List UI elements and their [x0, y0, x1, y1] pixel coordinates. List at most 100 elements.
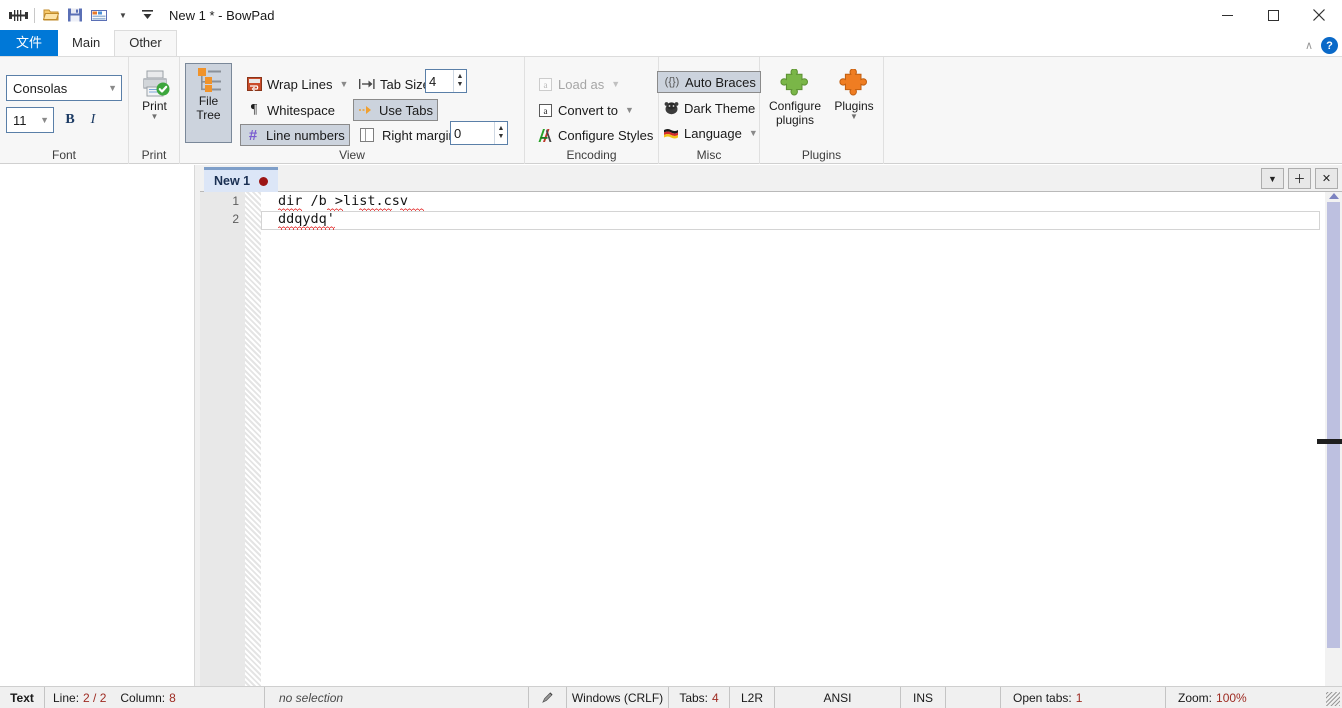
auto-braces-button[interactable]: ({}) Auto Braces	[657, 71, 761, 93]
save-icon[interactable]	[63, 3, 87, 27]
spin-up-icon[interactable]: ▲	[457, 73, 464, 81]
chevron-down-icon: ▼	[748, 128, 758, 138]
tabs-dropdown-caret-icon[interactable]: ▼	[111, 3, 135, 27]
ribbon-right-controls: ∧ ?	[1305, 37, 1338, 54]
scroll-up-icon[interactable]	[1329, 193, 1339, 199]
status-eol[interactable]: Windows (CRLF)	[567, 687, 669, 708]
collapse-ribbon-icon[interactable]: ∧	[1305, 39, 1313, 52]
text-editor[interactable]: 1 2 dir /b >list.csv ddqydq'	[200, 192, 1342, 686]
document-tab-label: New 1	[214, 174, 251, 188]
file-tree-button[interactable]: File Tree	[185, 63, 232, 143]
file-tree-label-line1: File	[198, 94, 219, 108]
status-line-label: Line:	[53, 690, 80, 705]
spin-down-icon[interactable]: ▼	[457, 81, 464, 89]
styles-letter-a-icon	[537, 127, 553, 143]
ribbon-tab-other[interactable]: Other	[114, 30, 177, 56]
status-open-tabs-label: Open tabs:	[1013, 690, 1072, 705]
document-tab-new-1[interactable]: New 1	[204, 167, 279, 192]
status-insert-mode[interactable]: INS	[901, 687, 946, 708]
printer-icon	[139, 69, 171, 99]
status-open-tabs[interactable]: Open tabs: 1	[1001, 687, 1166, 708]
line-numbers-button[interactable]: # Line numbers	[240, 124, 350, 146]
load-as-button[interactable]: a Load as ▼	[533, 73, 624, 95]
file-tree-panel[interactable]	[0, 165, 195, 686]
italic-button[interactable]: I	[82, 109, 104, 131]
dark-theme-button[interactable]: Dark Theme	[659, 97, 759, 119]
status-direction[interactable]: L2R	[730, 687, 775, 708]
group-label-encoding: Encoding	[566, 148, 617, 162]
dark-theme-label: Dark Theme	[684, 100, 756, 116]
close-tab-button[interactable]: ✕	[1315, 168, 1338, 189]
line-numbers-label: Line numbers	[266, 127, 345, 143]
status-line-value: 2 / 2	[83, 690, 107, 705]
new-tab-button[interactable]: ＋	[1288, 168, 1311, 189]
configure-styles-button[interactable]: Configure Styles	[533, 124, 657, 146]
window-controls	[1204, 0, 1342, 30]
scrollbar-thumb[interactable]	[1327, 202, 1340, 648]
font-family-combo[interactable]: Consolas ▼	[6, 75, 122, 101]
tabs-icon[interactable]	[87, 3, 111, 27]
use-tabs-arrow-icon	[358, 102, 374, 118]
right-margin-icon	[359, 127, 375, 143]
tab-size-stepper[interactable]: 4 ▲ ▼	[425, 69, 467, 93]
status-encoding[interactable]: ANSI	[775, 687, 901, 708]
tab-size-spin-arrows[interactable]: ▲ ▼	[453, 70, 466, 92]
status-doc-type-label: Text	[10, 690, 34, 705]
spin-up-icon[interactable]: ▲	[498, 125, 505, 133]
status-tabs[interactable]: Tabs: 4	[669, 687, 730, 708]
bowpad-logo-icon[interactable]	[6, 3, 30, 27]
horizontal-splitter-handle[interactable]	[1317, 439, 1342, 444]
font-size-combo[interactable]: 11 ▼	[6, 107, 54, 133]
plugins-button[interactable]: Plugins ▼	[828, 67, 880, 121]
convert-to-button[interactable]: a Convert to ▼	[533, 99, 638, 121]
right-margin-spin-arrows[interactable]: ▲ ▼	[494, 122, 507, 144]
qat-separator	[34, 7, 35, 23]
tab-size-value: 4	[429, 73, 437, 89]
auto-braces-label: Auto Braces	[685, 74, 756, 90]
resize-grip-icon[interactable]	[1326, 692, 1340, 706]
status-insert-mode-label: INS	[912, 690, 933, 705]
bold-button[interactable]: B	[59, 109, 81, 131]
italic-label: I	[90, 112, 96, 127]
status-caret-position[interactable]: Line: 2 / 2 Column: 8	[45, 687, 265, 708]
spin-down-icon[interactable]: ▼	[498, 133, 505, 141]
ribbon-tab-file[interactable]: 文件	[0, 30, 59, 56]
chevron-down-icon[interactable]: ▼	[151, 113, 159, 121]
status-spacer	[946, 687, 1001, 708]
open-file-icon[interactable]	[39, 3, 63, 27]
use-tabs-label: Use Tabs	[379, 102, 433, 118]
status-selection[interactable]: no selection	[265, 687, 529, 708]
status-edit-mode[interactable]	[529, 687, 567, 708]
braces-icon: ({})	[664, 76, 680, 88]
code-area[interactable]: dir /b >list.csv ddqydq'	[261, 192, 1342, 686]
use-tabs-button[interactable]: Use Tabs	[353, 99, 438, 121]
group-label-font: Font	[51, 148, 76, 162]
chevron-down-icon[interactable]: ▼	[850, 113, 858, 121]
ribbon-group-plugins: Configure plugins Plugins ▼ Plugins	[760, 57, 884, 164]
minimize-button[interactable]	[1204, 0, 1250, 30]
group-label-plugins: Plugins	[801, 148, 842, 162]
wrap-lines-button[interactable]: Wrap Lines ▼	[242, 73, 352, 95]
print-button[interactable]: Print ▼	[132, 67, 177, 121]
help-button[interactable]: ?	[1321, 37, 1338, 54]
title-bar: ▼ New 1 * - BowPad	[0, 0, 1342, 30]
whitespace-button[interactable]: ¶ Whitespace	[242, 99, 339, 121]
ribbon-tab-strip: 文件 Main Other ∧ ?	[0, 30, 1342, 56]
close-button[interactable]	[1296, 0, 1342, 30]
right-margin-stepper[interactable]: 0 ▲ ▼	[450, 121, 508, 145]
status-zoom[interactable]: Zoom: 100%	[1166, 687, 1342, 708]
tab-list-dropdown-button[interactable]: ▼	[1261, 168, 1284, 189]
chevron-down-icon: ▼	[40, 115, 49, 125]
status-bar: Text Line: 2 / 2 Column: 8 no selection …	[0, 686, 1342, 708]
group-label-misc: Misc	[696, 148, 722, 162]
status-doc-type[interactable]: Text	[0, 687, 45, 708]
ribbon-tab-main[interactable]: Main	[58, 30, 114, 56]
status-column-value: 8	[169, 690, 176, 705]
customize-qat-icon[interactable]	[135, 3, 159, 27]
status-encoding-label: ANSI	[823, 690, 852, 705]
maximize-button[interactable]	[1250, 0, 1296, 30]
language-button[interactable]: Language ▼	[659, 122, 762, 144]
group-label-print: Print	[141, 148, 167, 162]
fold-margin[interactable]	[245, 192, 261, 686]
configure-plugins-button[interactable]: Configure plugins	[764, 67, 826, 127]
